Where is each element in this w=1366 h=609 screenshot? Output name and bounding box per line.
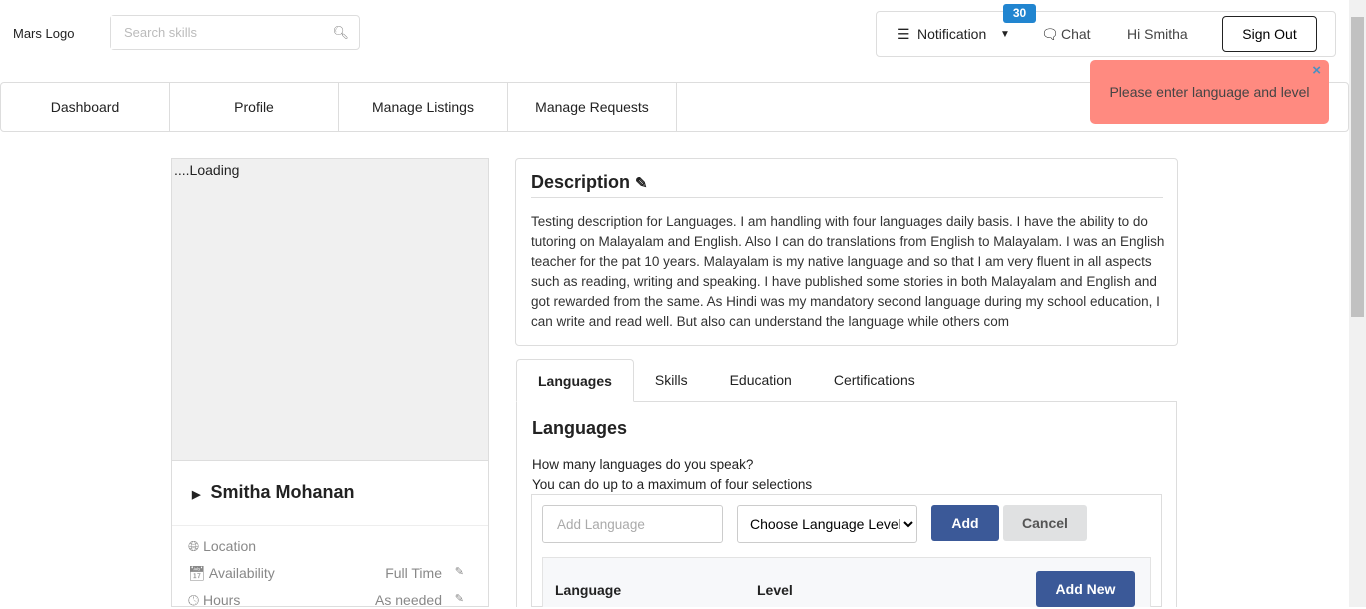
edit-availability-icon[interactable]: ✎ — [455, 565, 464, 578]
tab-skills[interactable]: Skills — [634, 359, 709, 402]
profile-name[interactable]: ▶ Smitha Mohanan — [192, 482, 354, 503]
description-text: Testing description for Languages. I am … — [531, 214, 1165, 329]
calendar-icon: 📅︎ — [188, 565, 206, 581]
col-language: Language — [555, 582, 622, 598]
scrollbar[interactable] — [1349, 0, 1366, 607]
description-title: Description — [531, 172, 631, 192]
chat-link[interactable]: Chat — [1061, 26, 1091, 42]
hours-value: As needed — [375, 592, 442, 608]
nav-manage-requests[interactable]: Manage Requests — [508, 83, 677, 131]
notification-dropdown[interactable]: Notification — [917, 26, 986, 42]
search-input[interactable] — [111, 16, 321, 49]
caret-right-icon: ▶ — [192, 489, 201, 501]
logo[interactable]: Mars Logo — [13, 26, 74, 41]
scrollbar-thumb[interactable] — [1351, 17, 1364, 317]
search-icon[interactable]: 🔍︎ — [332, 25, 349, 41]
location-label: Location — [203, 538, 257, 554]
caret-down-icon[interactable]: ▼ — [1000, 29, 1010, 40]
nav-manage-listings[interactable]: Manage Listings — [339, 83, 508, 131]
availability-label: Availability — [208, 565, 275, 581]
pencil-icon[interactable]: ✎ — [635, 175, 648, 192]
tab-languages[interactable]: Languages — [516, 359, 634, 402]
globe-icon: 🌐︎ — [188, 538, 200, 554]
nav-profile[interactable]: Profile — [170, 83, 339, 131]
languages-title: Languages — [532, 418, 628, 438]
languages-hint: You can do up to a maximum of four selec… — [532, 477, 813, 492]
sign-out-button[interactable]: Sign Out — [1222, 16, 1317, 52]
tab-certifications[interactable]: Certifications — [813, 359, 936, 402]
close-icon[interactable]: × — [1312, 63, 1321, 78]
profile-name-text: Smitha Mohanan — [210, 482, 355, 502]
edit-hours-icon[interactable]: ✎ — [455, 592, 464, 605]
cancel-button[interactable]: Cancel — [1003, 505, 1087, 541]
language-level-select[interactable]: Choose Language Level — [737, 505, 917, 543]
add-button[interactable]: Add — [931, 505, 999, 541]
languages-question: How many languages do you speak? — [532, 457, 754, 472]
profile-card: ▶ Smitha Mohanan 🌐︎ Location 📅︎ Availabil… — [171, 460, 489, 608]
description-card: Description ✎ Testing description for La… — [515, 158, 1178, 346]
add-new-button[interactable]: Add New — [1036, 571, 1135, 607]
hours-label: Hours — [202, 592, 241, 608]
profile-tabs: Languages Skills Education Certification… — [516, 359, 936, 402]
list-icon: ☰ — [897, 26, 910, 42]
notification-count-badge: 30 — [1003, 4, 1036, 23]
photo-alt-text: ....Loading — [174, 162, 240, 178]
chat-icon: 🗨︎ — [1041, 26, 1059, 42]
tab-education[interactable]: Education — [709, 359, 813, 402]
add-language-input[interactable] — [542, 505, 723, 543]
nav-dashboard[interactable]: Dashboard — [1, 83, 170, 131]
error-toast: × Please enter language and level — [1090, 60, 1329, 124]
availability-value: Full Time — [385, 565, 442, 581]
clock-icon: 🕓︎ — [188, 592, 200, 608]
search-box: 🔍︎ — [110, 15, 360, 50]
toast-message: Please enter language and level — [1109, 84, 1310, 100]
col-level: Level — [757, 582, 793, 598]
greeting[interactable]: Hi Smitha — [1127, 26, 1188, 42]
profile-photo: ....Loading — [171, 158, 489, 460]
